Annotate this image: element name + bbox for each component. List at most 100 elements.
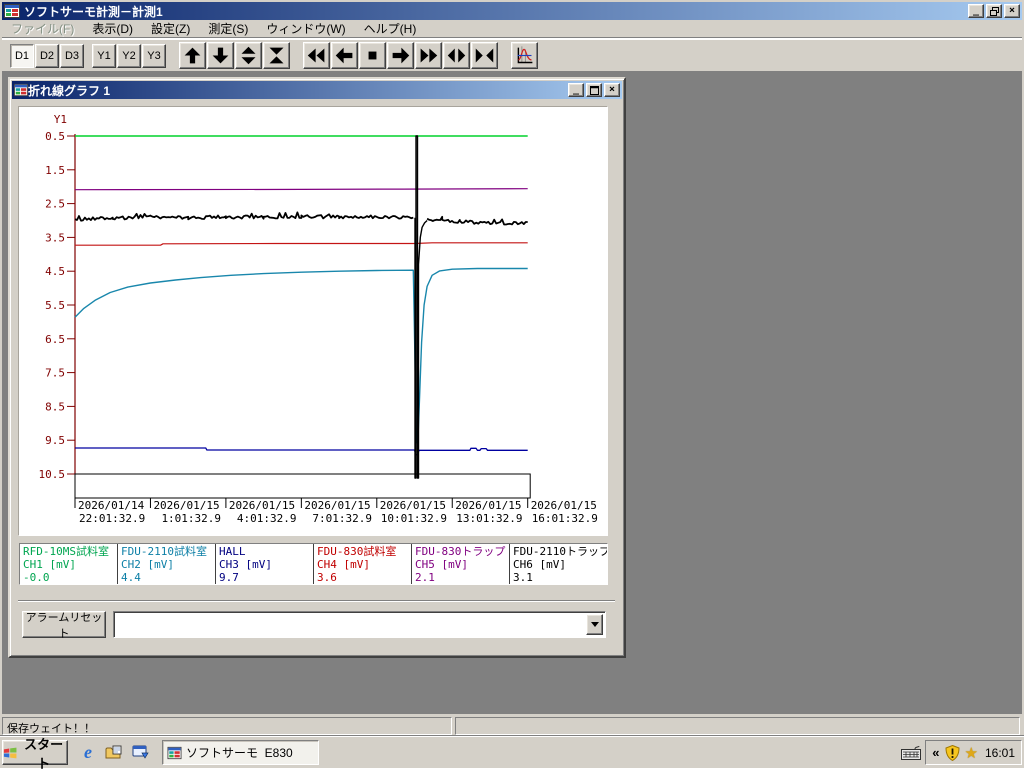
main-titlebar[interactable]: ソフトサーモ計測－計測1 _ × xyxy=(2,2,1022,20)
menu-settings[interactable]: 設定(Z) xyxy=(142,19,199,38)
restore-button[interactable] xyxy=(986,4,1002,18)
graph-maximize-button[interactable] xyxy=(586,83,602,97)
chevron-down-icon xyxy=(590,622,599,627)
desktop-folder-icon[interactable] xyxy=(104,743,124,763)
y2-button[interactable]: Y2 xyxy=(117,43,141,68)
alarm-combobox[interactable] xyxy=(113,611,606,638)
d1-button[interactable]: D1 xyxy=(10,43,34,68)
channel-id: CH4 [mV] xyxy=(317,558,370,571)
channel-id: CH5 [mV] xyxy=(415,558,468,571)
maximize-icon xyxy=(589,86,599,95)
scroll-up-button[interactable] xyxy=(179,42,206,69)
chart-settings-icon xyxy=(517,46,533,64)
svg-text:2026/01/15: 2026/01/15 xyxy=(153,499,219,512)
expand-vertical-button[interactable] xyxy=(235,42,262,69)
y1-button[interactable]: Y1 xyxy=(92,43,116,68)
svg-text:2026/01/14: 2026/01/14 xyxy=(78,499,145,512)
minimize-button[interactable]: _ xyxy=(968,4,984,18)
window-title: ソフトサーモ計測－計測1 xyxy=(24,4,163,19)
status-panel-2 xyxy=(455,717,1020,735)
fast-forward-icon xyxy=(420,48,438,63)
channel-value: 3.6 xyxy=(317,571,337,584)
channel-name: FDU-2110トラップ xyxy=(513,545,607,558)
menubar: ファイル(F) 表示(D) 設定(Z) 測定(S) ウィンドウ(W) ヘルプ(H… xyxy=(2,20,1022,38)
svg-text:7.5: 7.5 xyxy=(45,367,65,380)
svg-text:2026/01/15: 2026/01/15 xyxy=(229,499,295,512)
menu-file[interactable]: ファイル(F) xyxy=(2,19,83,38)
channel-legend: RFD-10MS試料室 CH1 [mV] -0.0 FDU-2110試料室 CH2 [… xyxy=(19,543,608,585)
channel-value: 3.1 xyxy=(513,571,533,584)
channel-cell-ch1: RFD-10MS試料室 CH1 [mV] -0.0 xyxy=(20,544,118,584)
svg-text:10.5: 10.5 xyxy=(39,468,66,481)
task-button-softthermo[interactable]: ソフトサーモ E830 xyxy=(162,740,319,765)
tray-chevron-button[interactable]: « xyxy=(932,745,939,760)
tray-panel: « ★ 16:01 xyxy=(925,740,1022,765)
combobox-dropdown-button[interactable] xyxy=(586,614,603,635)
graph-close-button[interactable]: × xyxy=(604,83,620,97)
svg-text:1.5: 1.5 xyxy=(45,164,65,177)
line-chart: Y1 0.5 1.5 2.5 3.5 4.5 5.5 6.5 7.5 8.5 9.5 10.5 2026… xyxy=(39,113,598,525)
mdi-workspace: 折れ線グラフ 1 _ × Y1 0.5 1.5 2.5 3.5 4.5 5.5 6.5 7.5 8… xyxy=(2,71,1022,714)
start-label: スタート xyxy=(24,736,64,771)
start-button[interactable]: スタート xyxy=(2,737,68,771)
menu-measure[interactable]: 測定(S) xyxy=(199,19,257,38)
stop-icon xyxy=(368,51,377,60)
scroll-down-button[interactable] xyxy=(207,42,234,69)
scroll-left-button[interactable] xyxy=(331,42,358,69)
graph-window-title: 折れ線グラフ 1 xyxy=(28,83,111,98)
svg-text:4.5: 4.5 xyxy=(45,265,65,278)
channel-name: FDU-830試料室 xyxy=(317,545,397,558)
d3-button[interactable]: D3 xyxy=(60,43,84,68)
alarm-reset-button[interactable]: アラームリセット xyxy=(22,611,106,640)
chart-settings-button[interactable] xyxy=(511,42,538,69)
svg-text:6.5: 6.5 xyxy=(45,333,65,346)
fast-rewind-button[interactable] xyxy=(303,42,330,69)
menu-window[interactable]: ウィンドウ(W) xyxy=(257,19,354,38)
keyboard-icon[interactable] xyxy=(901,745,922,760)
windows-logo-icon xyxy=(3,747,17,758)
internet-explorer-icon[interactable]: e xyxy=(78,742,98,763)
channel-name: FDU-2110試料室 xyxy=(121,545,207,558)
scroll-right-button[interactable] xyxy=(387,42,414,69)
expand-horizontal-button[interactable] xyxy=(443,42,470,69)
restore-icon xyxy=(989,7,999,16)
fast-rewind-icon xyxy=(307,48,325,63)
graph-window: 折れ線グラフ 1 _ × Y1 0.5 1.5 2.5 3.5 4.5 5.5 6.5 7.5 8… xyxy=(8,77,626,658)
menu-help[interactable]: ヘルプ(H) xyxy=(355,19,426,38)
taskbar: スタート e ソフトサーモ E830 « ★ 16:01 xyxy=(0,736,1024,771)
desktop: ソフトサーモ計測－計測1 _ × ファイル(F) 表示(D) 設定(Z) 測定(… xyxy=(0,0,1024,771)
svg-text:8.5: 8.5 xyxy=(45,400,65,413)
task-button-label: ソフトサーモ E830 xyxy=(186,746,293,760)
security-shield-icon[interactable] xyxy=(945,744,960,761)
svg-text:9.5: 9.5 xyxy=(45,434,65,447)
star-icon[interactable]: ★ xyxy=(965,744,978,762)
graph-window-icon xyxy=(14,83,28,97)
menu-view[interactable]: 表示(D) xyxy=(83,19,142,38)
expand-vertical-icon xyxy=(241,46,256,65)
quick-launch: e xyxy=(78,742,150,763)
svg-text:Y1: Y1 xyxy=(54,113,67,126)
tray-clock[interactable]: 16:01 xyxy=(983,746,1015,760)
compress-vertical-button[interactable] xyxy=(263,42,290,69)
compress-horizontal-button[interactable] xyxy=(471,42,498,69)
svg-text:10:01:32.9: 10:01:32.9 xyxy=(381,512,447,525)
expand-horizontal-icon xyxy=(447,48,466,63)
graph-window-titlebar[interactable]: 折れ線グラフ 1 _ × xyxy=(12,81,622,99)
channel-value: 9.7 xyxy=(219,571,239,584)
y3-button[interactable]: Y3 xyxy=(142,43,166,68)
channel-value: 4.4 xyxy=(121,571,141,584)
scroll-right-icon xyxy=(392,47,410,64)
fast-forward-button[interactable] xyxy=(415,42,442,69)
scroll-left-icon xyxy=(335,47,353,64)
task-button-icon xyxy=(167,746,182,759)
svg-text:7:01:32.9: 7:01:32.9 xyxy=(312,512,372,525)
channel-value: 2.1 xyxy=(415,571,435,584)
close-button[interactable]: × xyxy=(1004,4,1020,18)
system-tray: « ★ 16:01 xyxy=(901,740,1022,765)
show-desktop-icon[interactable] xyxy=(130,743,150,763)
graph-minimize-button[interactable]: _ xyxy=(568,83,584,97)
d2-button[interactable]: D2 xyxy=(35,43,59,68)
channel-value: -0.0 xyxy=(23,571,50,584)
stop-button[interactable] xyxy=(359,42,386,69)
alarm-combobox-value[interactable] xyxy=(114,612,584,637)
